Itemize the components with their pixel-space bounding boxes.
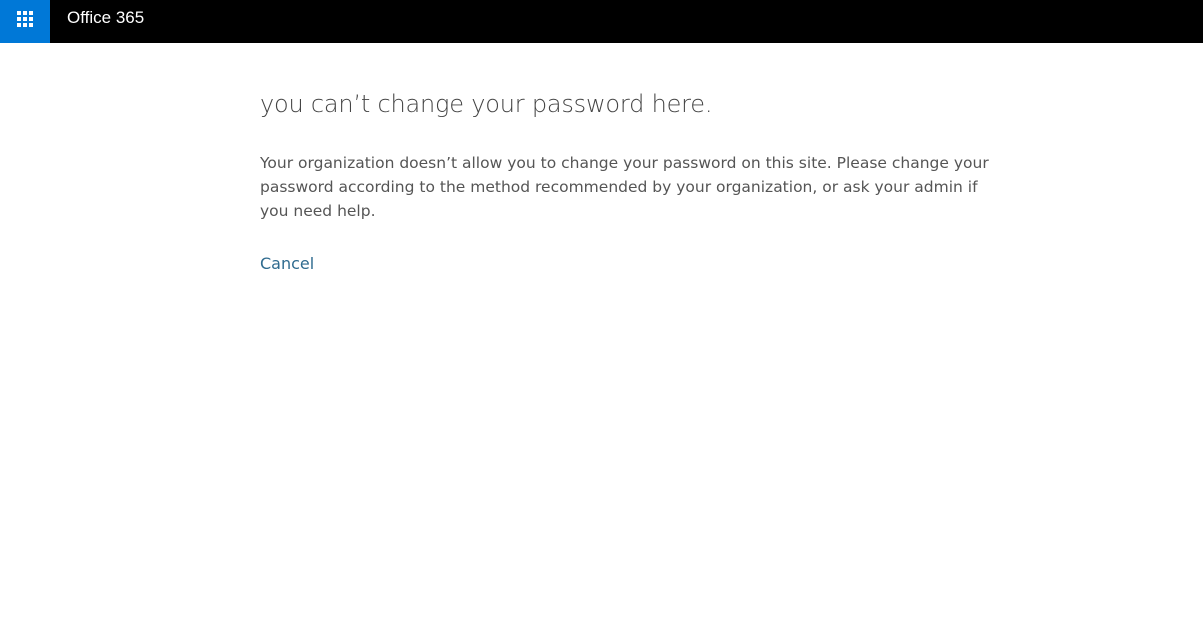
top-bar: Office 365: [0, 0, 1203, 43]
app-launcher-button[interactable]: [0, 0, 50, 43]
waffle-grid-icon: [17, 11, 33, 27]
cancel-link[interactable]: Cancel: [260, 252, 314, 276]
page-title: you can’t change your password here.: [260, 90, 713, 118]
message-text: Your organization doesn’t allow you to c…: [260, 154, 989, 220]
main-content: you can’t change your password here. You…: [260, 86, 1000, 276]
brand-title[interactable]: Office 365: [67, 8, 144, 28]
